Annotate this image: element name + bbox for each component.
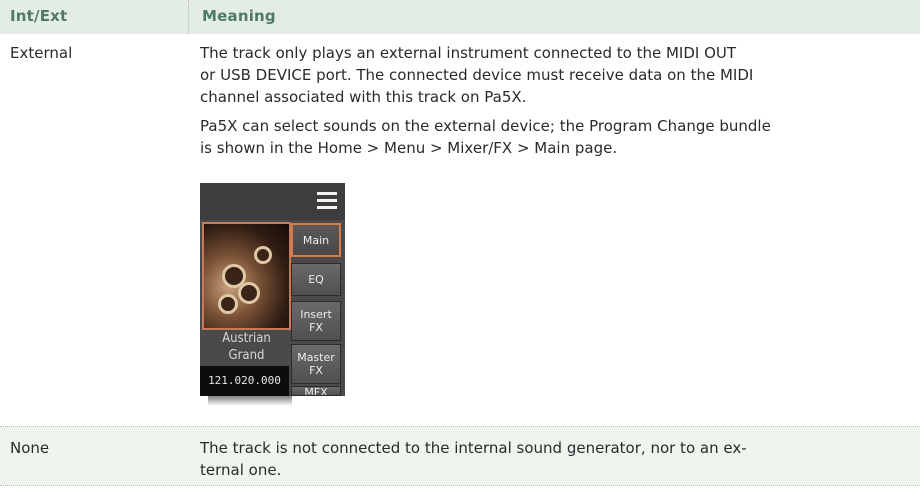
tab-label: Master	[297, 351, 335, 364]
tab-label: FX	[309, 321, 323, 334]
tab-label: FX	[309, 364, 323, 377]
tab-label: Insert	[300, 308, 332, 321]
tab-label: Main	[302, 233, 330, 247]
header-meaning: Meaning	[202, 7, 276, 25]
tab-insert-fx[interactable]: Insert FX	[291, 301, 341, 341]
row-none-label: None	[10, 439, 50, 457]
tab-eq[interactable]: EQ	[291, 263, 341, 296]
table-header-row: Int/Ext Meaning	[0, 0, 920, 34]
sound-name: Austrian Grand	[202, 330, 291, 364]
row-none-meaning: The track is not connected to the intern…	[200, 437, 912, 481]
text-line: The track is not connected to the intern…	[200, 439, 747, 457]
mixer-fx-screenshot: Austrian Grand 121.020.000 Main EQ Inser…	[200, 183, 345, 408]
text-line: ternal one.	[200, 461, 282, 479]
tab-main[interactable]: Main	[291, 223, 341, 257]
screen-top-bar	[200, 183, 345, 220]
sound-name-line: Grand	[228, 348, 265, 363]
header-divider	[188, 0, 189, 34]
list-menu-icon	[317, 191, 337, 211]
text-line: or USB DEVICE port. The connected device…	[200, 66, 754, 84]
row-external-label: External	[10, 44, 73, 62]
bank-code: 121.020.000	[200, 366, 289, 396]
piano-image	[202, 222, 291, 330]
text-line: Pa5X can select sounds on the external d…	[200, 117, 771, 135]
screenshot-shadow	[208, 396, 292, 406]
tab-master-fx[interactable]: Master FX	[291, 344, 341, 384]
sound-name-line: Austrian	[222, 331, 271, 346]
text-line: The track only plays an external instrum…	[200, 44, 737, 62]
row-external-meaning: The track only plays an external instrum…	[200, 42, 912, 108]
tab-mfx[interactable]: MFX	[291, 386, 341, 396]
text-line: is shown in the Home > Menu > Mixer/FX >…	[200, 139, 618, 157]
tab-label: MFX	[304, 386, 328, 396]
text-line: channel associated with this track on Pa…	[200, 88, 527, 106]
row-divider	[0, 485, 920, 486]
tab-label: EQ	[308, 273, 324, 286]
row-external-meaning-2: Pa5X can select sounds on the external d…	[200, 115, 912, 159]
header-int-ext: Int/Ext	[10, 7, 68, 25]
